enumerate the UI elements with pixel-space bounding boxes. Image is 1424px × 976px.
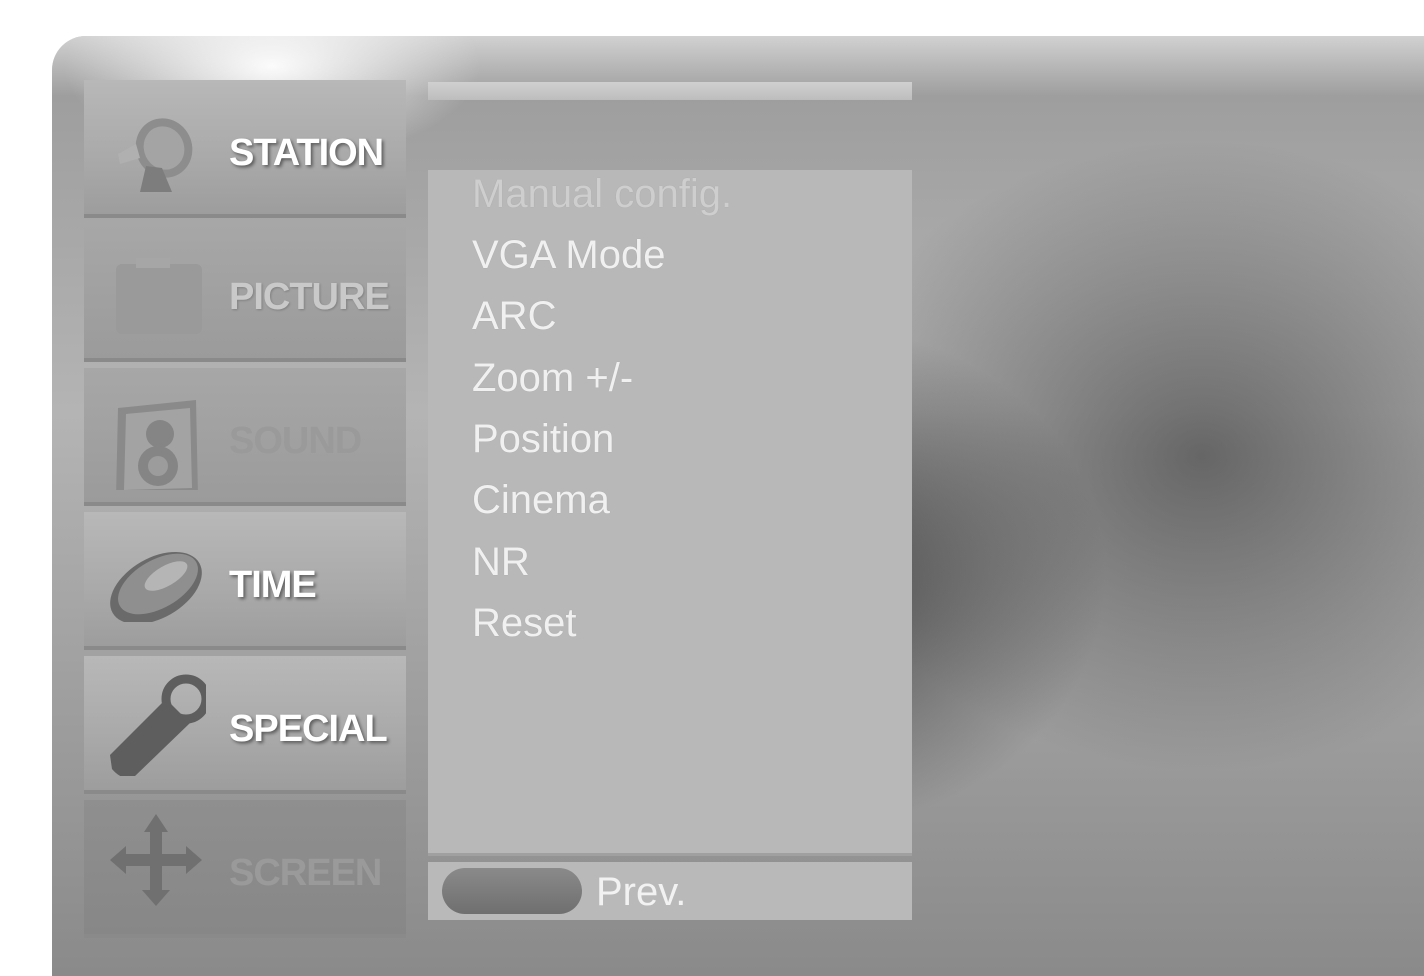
submenu-item-arc[interactable]: ARC (472, 294, 556, 339)
prev-label: Prev. (596, 870, 687, 914)
submenu-item-cinema[interactable]: Cinema (472, 478, 610, 523)
menu-item-time[interactable]: TIME (84, 512, 406, 650)
menu-item-label: STATION (229, 132, 384, 174)
submenu-item-manual-config[interactable]: Manual config. (472, 172, 732, 217)
menu-item-label: PICTURE (229, 276, 390, 318)
menu-item-label: SPECIAL (229, 708, 388, 750)
tag-icon (110, 674, 206, 776)
menu-footer: Prev. (428, 862, 912, 920)
submenu-title-bar (428, 82, 912, 100)
menu-item-station[interactable]: STATION (84, 80, 406, 218)
prev-key-button[interactable] (442, 868, 582, 914)
menu-item-special[interactable]: SPECIAL (84, 656, 406, 794)
submenu-item-vga-mode[interactable]: VGA Mode (472, 233, 665, 278)
speaker-icon (116, 400, 198, 490)
menu-item-label: TIME (229, 564, 317, 606)
satellite-dish-icon (118, 118, 193, 192)
picture-frame-icon (116, 258, 202, 334)
submenu-item-zoom[interactable]: Zoom +/- (472, 356, 633, 401)
screen-submenu: Manual config. VGA Mode ARC Zoom +/- Pos… (428, 170, 912, 856)
submenu-item-nr[interactable]: NR (472, 540, 530, 585)
menu-item-picture[interactable]: PICTURE (84, 224, 406, 362)
menu-item-label: SOUND (229, 420, 362, 462)
menu-item-screen[interactable]: SCREEN (84, 800, 406, 938)
submenu-item-reset[interactable]: Reset (472, 601, 577, 646)
move-arrows-icon (110, 814, 202, 906)
submenu-item-position[interactable]: Position (472, 417, 614, 462)
clock-disc-icon (110, 551, 202, 622)
menu-item-sound[interactable]: SOUND (84, 368, 406, 506)
menu-item-label: SCREEN (229, 852, 382, 894)
